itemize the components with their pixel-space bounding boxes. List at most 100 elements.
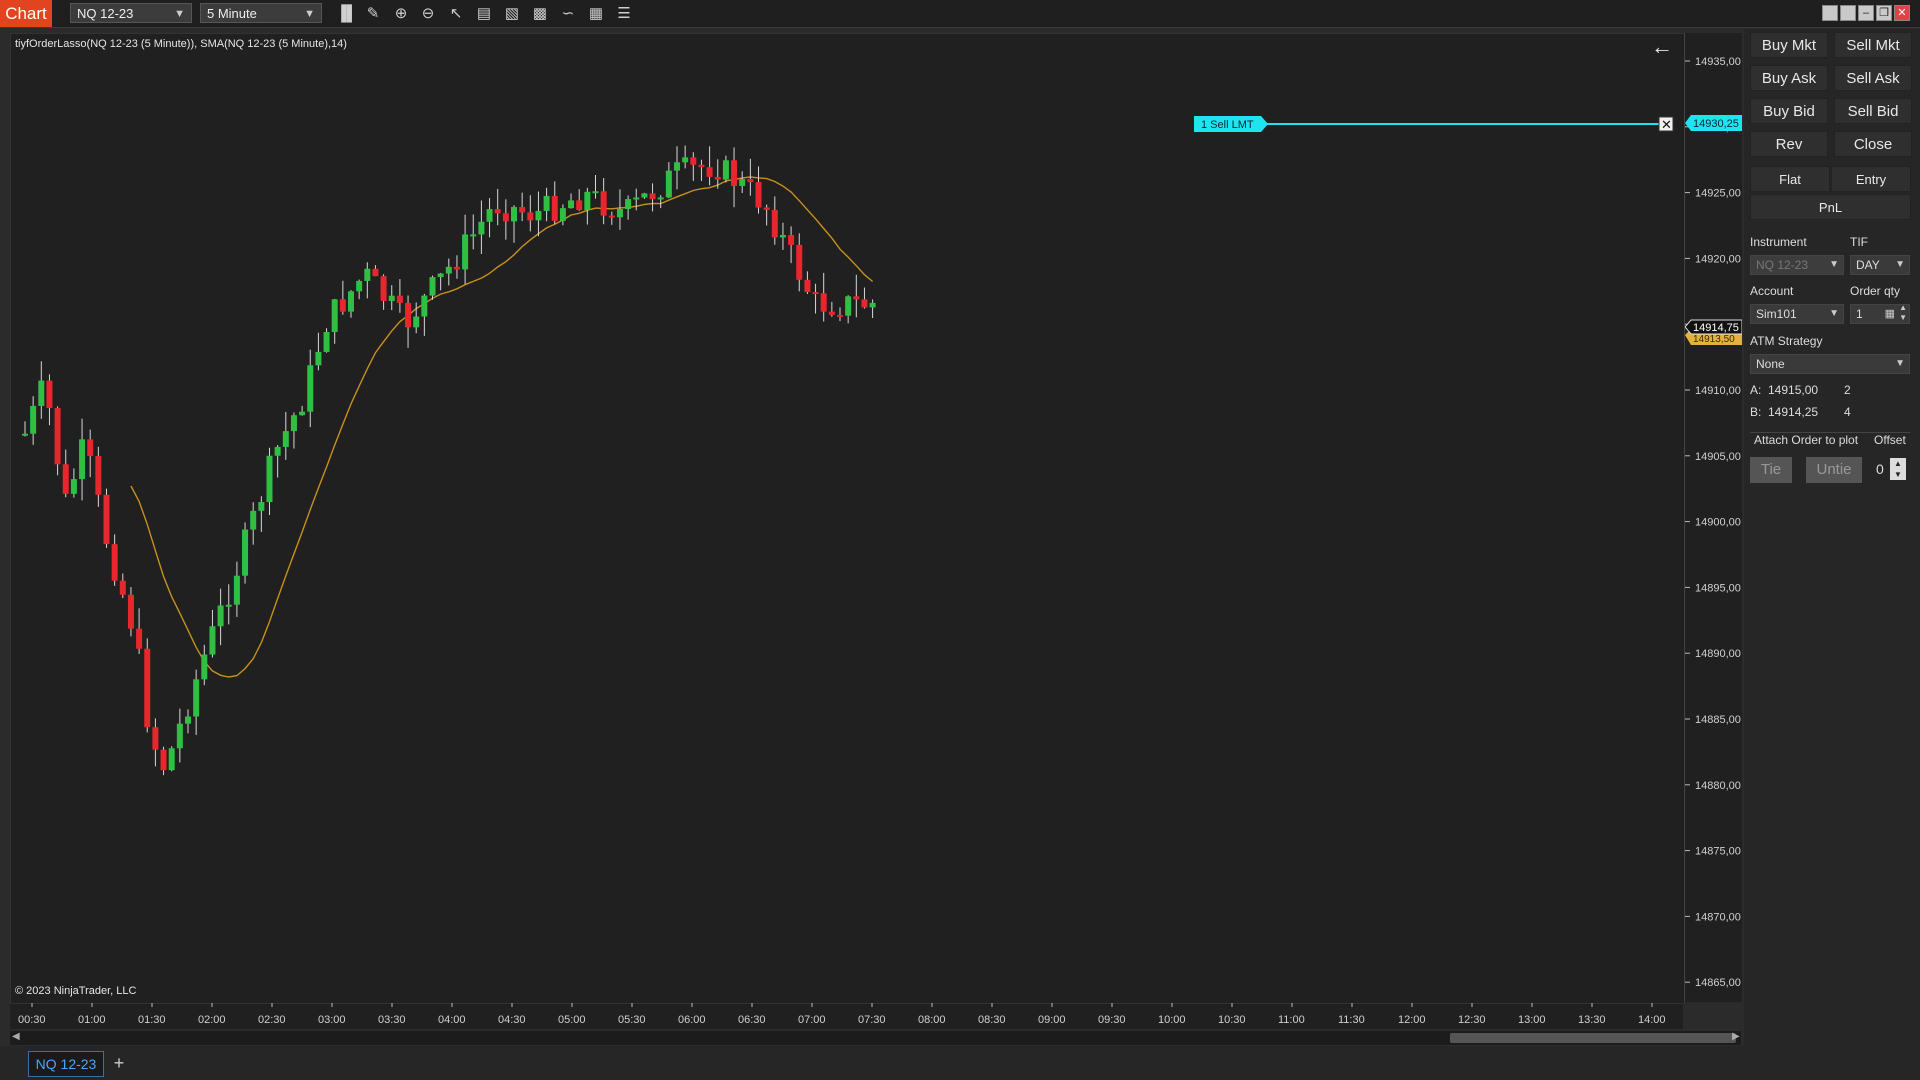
atm-strategy-dropdown[interactable]: None ▼: [1750, 354, 1910, 374]
price-tick-label: 14870,00: [1695, 911, 1741, 923]
candle-body: [869, 302, 876, 308]
time-tick-label: 05:30: [618, 1014, 646, 1026]
candle-body: [136, 628, 143, 649]
candle-body: [396, 295, 403, 303]
time-tick-label: 13:30: [1578, 1014, 1606, 1026]
instrument-dropdown[interactable]: NQ 12-23 ▼: [1750, 255, 1844, 275]
flat-button[interactable]: Flat: [1750, 166, 1830, 192]
buy-ask-button[interactable]: Buy Ask: [1750, 65, 1828, 91]
tab-nq-12-23[interactable]: NQ 12-23: [28, 1051, 104, 1077]
bar-chart-icon[interactable]: ▐▌: [336, 4, 357, 24]
candle-body: [315, 351, 322, 366]
scroll-right-icon[interactable]: ▶: [1732, 1031, 1740, 1042]
rev-button[interactable]: Rev: [1750, 131, 1828, 157]
buy-mkt-button[interactable]: Buy Mkt: [1750, 32, 1828, 58]
close-button[interactable]: Close: [1834, 131, 1912, 157]
tif-label: TIF: [1850, 235, 1868, 249]
interval-selector[interactable]: 5 Minute ▼: [200, 3, 322, 23]
chart-canvas[interactable]: tiyfOrderLasso(NQ 12-23 (5 Minute)), SMA…: [10, 33, 1685, 1004]
candle-body: [307, 365, 314, 412]
window-tile-icon[interactable]: [1840, 5, 1856, 21]
candle-body: [266, 455, 273, 503]
price-tick-label: 14900,00: [1695, 517, 1741, 529]
order-qty-input[interactable]: 1 ▦ ▲ ▼: [1850, 303, 1910, 324]
buy-bid-button[interactable]: Buy Bid: [1750, 98, 1828, 124]
time-tick-label: 12:00: [1398, 1014, 1426, 1026]
price-tick-label: 14890,00: [1695, 648, 1741, 660]
candle-body: [144, 648, 151, 728]
tif-dropdown[interactable]: DAY ▼: [1850, 255, 1910, 275]
time-axis[interactable]: 00:30 01:00 01:30 02:00 02:30 03:00 03:30 04:00…: [10, 1003, 1683, 1029]
close-icon[interactable]: ✕: [1894, 5, 1910, 21]
time-tick-label: 06:00: [678, 1014, 706, 1026]
price-tick-label: 14935,00: [1695, 56, 1741, 68]
close-icon[interactable]: ✕: [1661, 117, 1672, 132]
account-dropdown[interactable]: Sim101 ▼: [1750, 304, 1844, 324]
zoom-out-icon[interactable]: ⊖: [418, 4, 438, 24]
qty-stepper-icon[interactable]: ▲ ▼: [1899, 303, 1907, 323]
candle-body: [405, 302, 412, 328]
pnl-button[interactable]: PnL: [1750, 194, 1911, 220]
restore-icon[interactable]: ❐: [1876, 5, 1892, 21]
instrument-label: Instrument: [1750, 235, 1807, 249]
untie-button[interactable]: Untie: [1806, 457, 1862, 483]
indicators-icon[interactable]: ∽: [558, 4, 578, 24]
candle-body: [837, 314, 843, 317]
chart-trader-panel: Buy Mkt Sell Mkt Buy Ask Sell Ask Buy Bi…: [1744, 29, 1920, 1046]
calculator-icon[interactable]: ▦: [1885, 305, 1895, 323]
window-tile-icon[interactable]: [1822, 5, 1838, 21]
time-tick-label: 02:00: [198, 1014, 226, 1026]
sell-bid-button[interactable]: Sell Bid: [1834, 98, 1912, 124]
interval-value: 5 Minute: [207, 6, 257, 21]
offset-value[interactable]: 0: [1876, 461, 1884, 477]
candle-body: [176, 723, 183, 749]
zoom-in-icon[interactable]: ⊕: [391, 4, 411, 24]
candle-body: [763, 207, 770, 210]
candle-body: [323, 331, 330, 352]
candle-body: [755, 182, 762, 208]
attach-order-label: Attach Order to plot: [1754, 433, 1859, 447]
properties-icon[interactable]: ▤: [474, 4, 494, 24]
time-tick-label: 13:00: [1518, 1014, 1546, 1026]
scroll-thumb[interactable]: [1450, 1033, 1736, 1043]
candle-body: [437, 273, 444, 278]
candle-body: [600, 191, 607, 216]
time-tick-label: 07:00: [798, 1014, 826, 1026]
add-tab-button[interactable]: +: [108, 1051, 130, 1075]
order-qty-label: Order qty: [1850, 284, 1901, 298]
ask-price: 14915,00: [1768, 383, 1819, 397]
candle-body: [462, 234, 469, 270]
data-box-icon[interactable]: ▧: [502, 4, 522, 24]
instrument-dropdown-value: NQ 12-23: [1756, 258, 1809, 272]
arrow-left-icon[interactable]: ←: [1651, 34, 1673, 59]
candle-body: [290, 415, 297, 432]
entry-button[interactable]: Entry: [1831, 166, 1911, 192]
sell-ask-button[interactable]: Sell Ask: [1834, 65, 1912, 91]
candle-body: [584, 191, 591, 211]
calculator-icon[interactable]: ▦: [586, 4, 606, 24]
candle-body: [861, 299, 868, 308]
offset-stepper-icon[interactable]: ▲ ▼: [1890, 458, 1906, 480]
strategies-icon[interactable]: ▩: [530, 4, 550, 24]
candle-body: [250, 510, 257, 530]
price-axis[interactable]: 14935,0014930,0014925,0014920,0014915,00…: [1684, 33, 1742, 1002]
minimize-icon[interactable]: –: [1858, 5, 1874, 21]
candle-body: [168, 748, 175, 771]
candle-body: [796, 244, 803, 280]
pointer-icon[interactable]: ↖: [446, 4, 466, 24]
candle-body: [519, 206, 526, 213]
time-tick-label: 07:30: [858, 1014, 886, 1026]
instrument-selector[interactable]: NQ 12-23 ▼: [70, 3, 192, 23]
list-icon[interactable]: ☰: [614, 4, 634, 24]
horizontal-scrollbar[interactable]: ◀ ▶: [10, 1031, 1741, 1045]
scroll-left-icon[interactable]: ◀: [12, 1031, 20, 1042]
sell-mkt-button[interactable]: Sell Mkt: [1834, 32, 1912, 58]
candle-body: [845, 296, 852, 316]
tie-button[interactable]: Tie: [1750, 457, 1792, 483]
candle-body: [201, 654, 208, 680]
chart-menu-button[interactable]: Chart: [0, 0, 52, 27]
candle-body: [339, 299, 346, 312]
pencil-icon[interactable]: ✎: [363, 4, 383, 24]
candle-body: [820, 293, 827, 312]
candle-body: [119, 580, 126, 595]
